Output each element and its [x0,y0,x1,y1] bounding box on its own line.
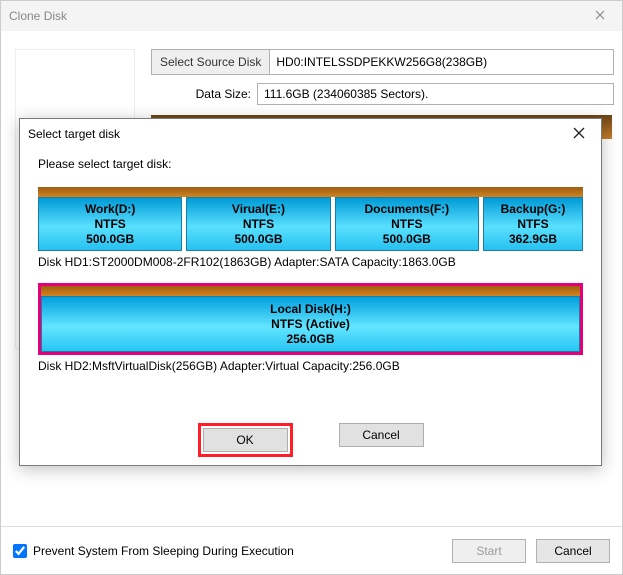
ok-button[interactable]: OK [203,428,288,452]
cancel-button[interactable]: Cancel [339,423,424,447]
disk2-header-strip [41,286,580,296]
dialog-footer: OK Cancel [20,423,601,457]
close-icon[interactable] [557,119,601,147]
dialog-title: Select target disk [28,127,120,141]
close-icon[interactable] [578,1,622,29]
prevent-sleep-input[interactable] [13,544,27,558]
datasize-value: 111.6GB (234060385 Sectors). [257,83,614,105]
disk1-group[interactable]: Work(D:) NTFS 500.0GB Virual(E:) NTFS 50… [38,187,583,269]
clone-disk-title: Clone Disk [9,9,67,23]
partition-work-d[interactable]: Work(D:) NTFS 500.0GB [38,197,182,251]
ok-highlight: OK [198,423,293,457]
select-source-button[interactable]: Select Source Disk [151,49,270,75]
datasize-label: Data Size: [151,87,257,101]
prevent-sleep-checkbox[interactable]: Prevent System From Sleeping During Exec… [13,544,294,558]
disk1-header-strip [38,187,583,197]
partition-documents-f[interactable]: Documents(F:) NTFS 500.0GB [335,197,479,251]
partition-local-h[interactable]: Local Disk(H:) NTFS (Active) 256.0GB [41,296,580,352]
source-value: HD0:INTELSSDPEKKW256G8(238GB) [269,49,614,75]
dialog-body: Please select target disk: Work(D:) NTFS… [20,149,601,383]
partition-virual-e[interactable]: Virual(E:) NTFS 500.0GB [186,197,330,251]
disk1-partitions: Work(D:) NTFS 500.0GB Virual(E:) NTFS 50… [38,197,583,251]
start-button: Start [452,539,526,563]
disk2-group[interactable]: Local Disk(H:) NTFS (Active) 256.0GB [38,283,583,355]
prevent-sleep-label: Prevent System From Sleeping During Exec… [33,544,294,558]
clone-disk-titlebar: Clone Disk [1,1,622,31]
disk1-label: Disk HD1:ST2000DM008-2FR102(1863GB) Adap… [38,255,583,269]
disk2-label: Disk HD2:MsftVirtualDisk(256GB) Adapter:… [38,359,583,373]
clone-disk-footer: Prevent System From Sleeping During Exec… [1,526,622,574]
source-row: Select Source Disk HD0:INTELSSDPEKKW256G… [151,49,614,75]
partition-backup-g[interactable]: Backup(G:) NTFS 362.9GB [483,197,583,251]
select-target-dialog: Select target disk Please select target … [19,118,602,466]
datasize-row: Data Size: 111.6GB (234060385 Sectors). [151,83,614,105]
cancel-button[interactable]: Cancel [536,539,610,563]
dialog-titlebar: Select target disk [20,119,601,149]
dialog-prompt: Please select target disk: [38,153,583,181]
